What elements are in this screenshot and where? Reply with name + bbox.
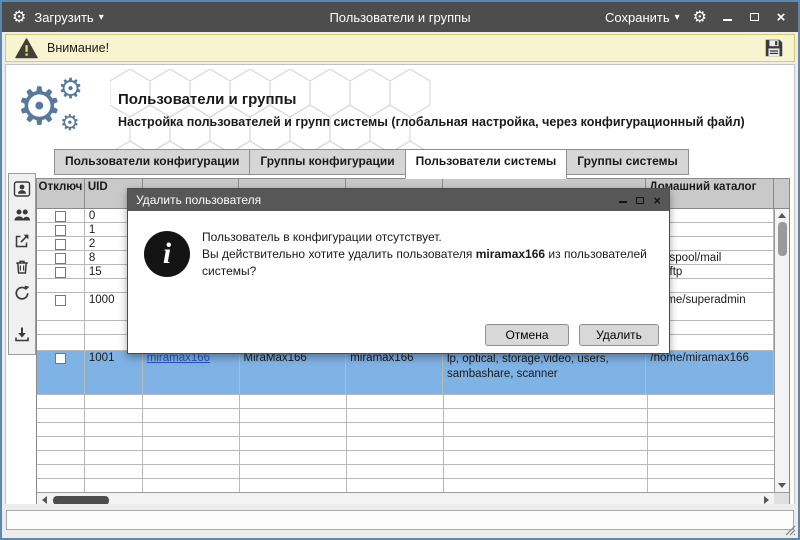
header-corner <box>774 179 789 209</box>
refresh-icon <box>13 284 31 302</box>
cell-login: miramax166 <box>143 351 240 395</box>
cell-disabled <box>37 293 85 321</box>
cell-home: /home/miramax166 <box>646 351 774 395</box>
row-disabled-checkbox[interactable] <box>55 267 66 278</box>
dialog-close-icon[interactable]: × <box>653 194 661 207</box>
delete-user-dialog: Удалить пользователя × i Пользователь в … <box>127 188 670 354</box>
page-title: Пользователи и группы <box>118 91 296 108</box>
app-logo-gears-icon: ⚙⚙⚙ <box>16 77 96 147</box>
table-row-selected[interactable]: 1001 miramax166 MiraMax166 miramax166 lp… <box>37 351 774 395</box>
chevron-down-icon: ▾ <box>99 12 104 23</box>
hexagon-pattern <box>110 69 440 151</box>
vertical-scroll-thumb[interactable] <box>778 222 787 256</box>
dialog-title: Удалить пользователя <box>136 193 261 207</box>
cell-disabled <box>37 209 85 223</box>
app-window: ⚙ Загрузить ▾ Пользователи и группы Сохр… <box>0 0 800 540</box>
tab-config-users[interactable]: Пользователи конфигурации <box>54 149 250 175</box>
row-disabled-checkbox[interactable] <box>55 295 66 306</box>
dialog-message-line2-prefix: Вы действительно хотите удалить пользова… <box>202 247 476 261</box>
cell-uid: 1001 <box>85 351 143 395</box>
export-button[interactable] <box>10 229 34 253</box>
close-button[interactable]: × <box>774 10 788 24</box>
dialog-message-line1: Пользователь в конфигурации отсутствует. <box>202 230 442 244</box>
cell-disabled <box>37 351 85 395</box>
info-icon: i <box>144 231 190 277</box>
cell-disabled <box>37 223 85 237</box>
dialog-titlebar: Удалить пользователя × <box>128 189 669 211</box>
status-message-area <box>6 510 794 530</box>
vertical-scrollbar[interactable] <box>774 209 789 492</box>
minimize-button[interactable] <box>720 10 734 24</box>
row-disabled-checkbox[interactable] <box>55 211 66 222</box>
tab-system-groups[interactable]: Группы системы <box>566 149 689 175</box>
row-disabled-checkbox[interactable] <box>55 353 66 364</box>
cancel-button[interactable]: Отмена <box>485 324 569 346</box>
dialog-message-username: miramax166 <box>476 247 545 261</box>
minimize-icon <box>723 14 732 21</box>
cell-password: miramax166 <box>346 351 443 395</box>
cell-disabled <box>37 237 85 251</box>
tab-system-users[interactable]: Пользователи системы <box>405 149 568 179</box>
tab-bar: Пользователи конфигурации Группы конфигу… <box>54 149 689 175</box>
export-icon <box>13 232 31 250</box>
close-icon: × <box>777 10 786 25</box>
warning-label: Внимание! <box>47 41 109 55</box>
download-button[interactable] <box>10 322 34 346</box>
refresh-button[interactable] <box>10 281 34 305</box>
warning-triangle-icon <box>15 38 38 59</box>
groups-button[interactable] <box>10 203 34 227</box>
maximize-icon <box>750 13 759 21</box>
floppy-disk-icon <box>763 37 785 59</box>
dialog-maximize-icon[interactable] <box>636 197 644 204</box>
load-menu-button[interactable]: Загрузить ▾ <box>34 10 103 25</box>
add-user-button[interactable] <box>10 177 34 201</box>
titlebar: ⚙ Загрузить ▾ Пользователи и группы Сохр… <box>2 2 798 32</box>
dialog-message: Пользователь в конфигурации отсутствует.… <box>202 229 674 279</box>
scroll-up-icon[interactable] <box>778 213 786 218</box>
status-bar <box>2 504 798 538</box>
cell-groups: lp, optical, storage,video, users, samba… <box>443 351 646 395</box>
empty-grid-rows <box>37 395 774 492</box>
cell-disabled <box>37 265 85 279</box>
row-disabled-checkbox[interactable] <box>55 225 66 236</box>
resize-grip[interactable] <box>784 524 796 536</box>
download-icon <box>13 325 31 343</box>
chevron-down-icon: ▾ <box>675 12 680 23</box>
dialog-minimize-icon[interactable] <box>619 197 627 203</box>
save-file-button[interactable] <box>763 37 785 59</box>
scroll-down-icon[interactable] <box>778 483 786 488</box>
save-menu-button[interactable]: Сохранить ▾ <box>605 10 680 25</box>
settings-gear-icon[interactable]: ⚙ <box>693 9 707 25</box>
delete-user-button[interactable] <box>10 255 34 279</box>
delete-button[interactable]: Удалить <box>579 324 659 346</box>
row-disabled-checkbox[interactable] <box>55 253 66 264</box>
side-toolbar <box>8 173 36 355</box>
row-disabled-checkbox[interactable] <box>55 239 66 250</box>
maximize-button[interactable] <box>747 10 761 24</box>
header-disabled[interactable]: Отключ <box>37 179 85 209</box>
dialog-body: i Пользователь в конфигурации отсутствуе… <box>128 211 669 354</box>
warning-bar: Внимание! <box>5 34 795 62</box>
scroll-right-icon[interactable] <box>764 496 769 504</box>
tab-config-groups[interactable]: Группы конфигурации <box>249 149 405 175</box>
page-subtitle: Настройка пользователей и групп системы … <box>118 115 778 129</box>
load-menu-label: Загрузить <box>34 10 93 25</box>
app-gear-icon[interactable]: ⚙ <box>12 9 26 25</box>
groups-icon <box>13 206 31 224</box>
trash-icon <box>13 258 31 276</box>
cell-name: MiraMax166 <box>240 351 347 395</box>
save-menu-label: Сохранить <box>605 10 670 25</box>
add-user-icon <box>13 180 31 198</box>
cell-disabled <box>37 251 85 265</box>
